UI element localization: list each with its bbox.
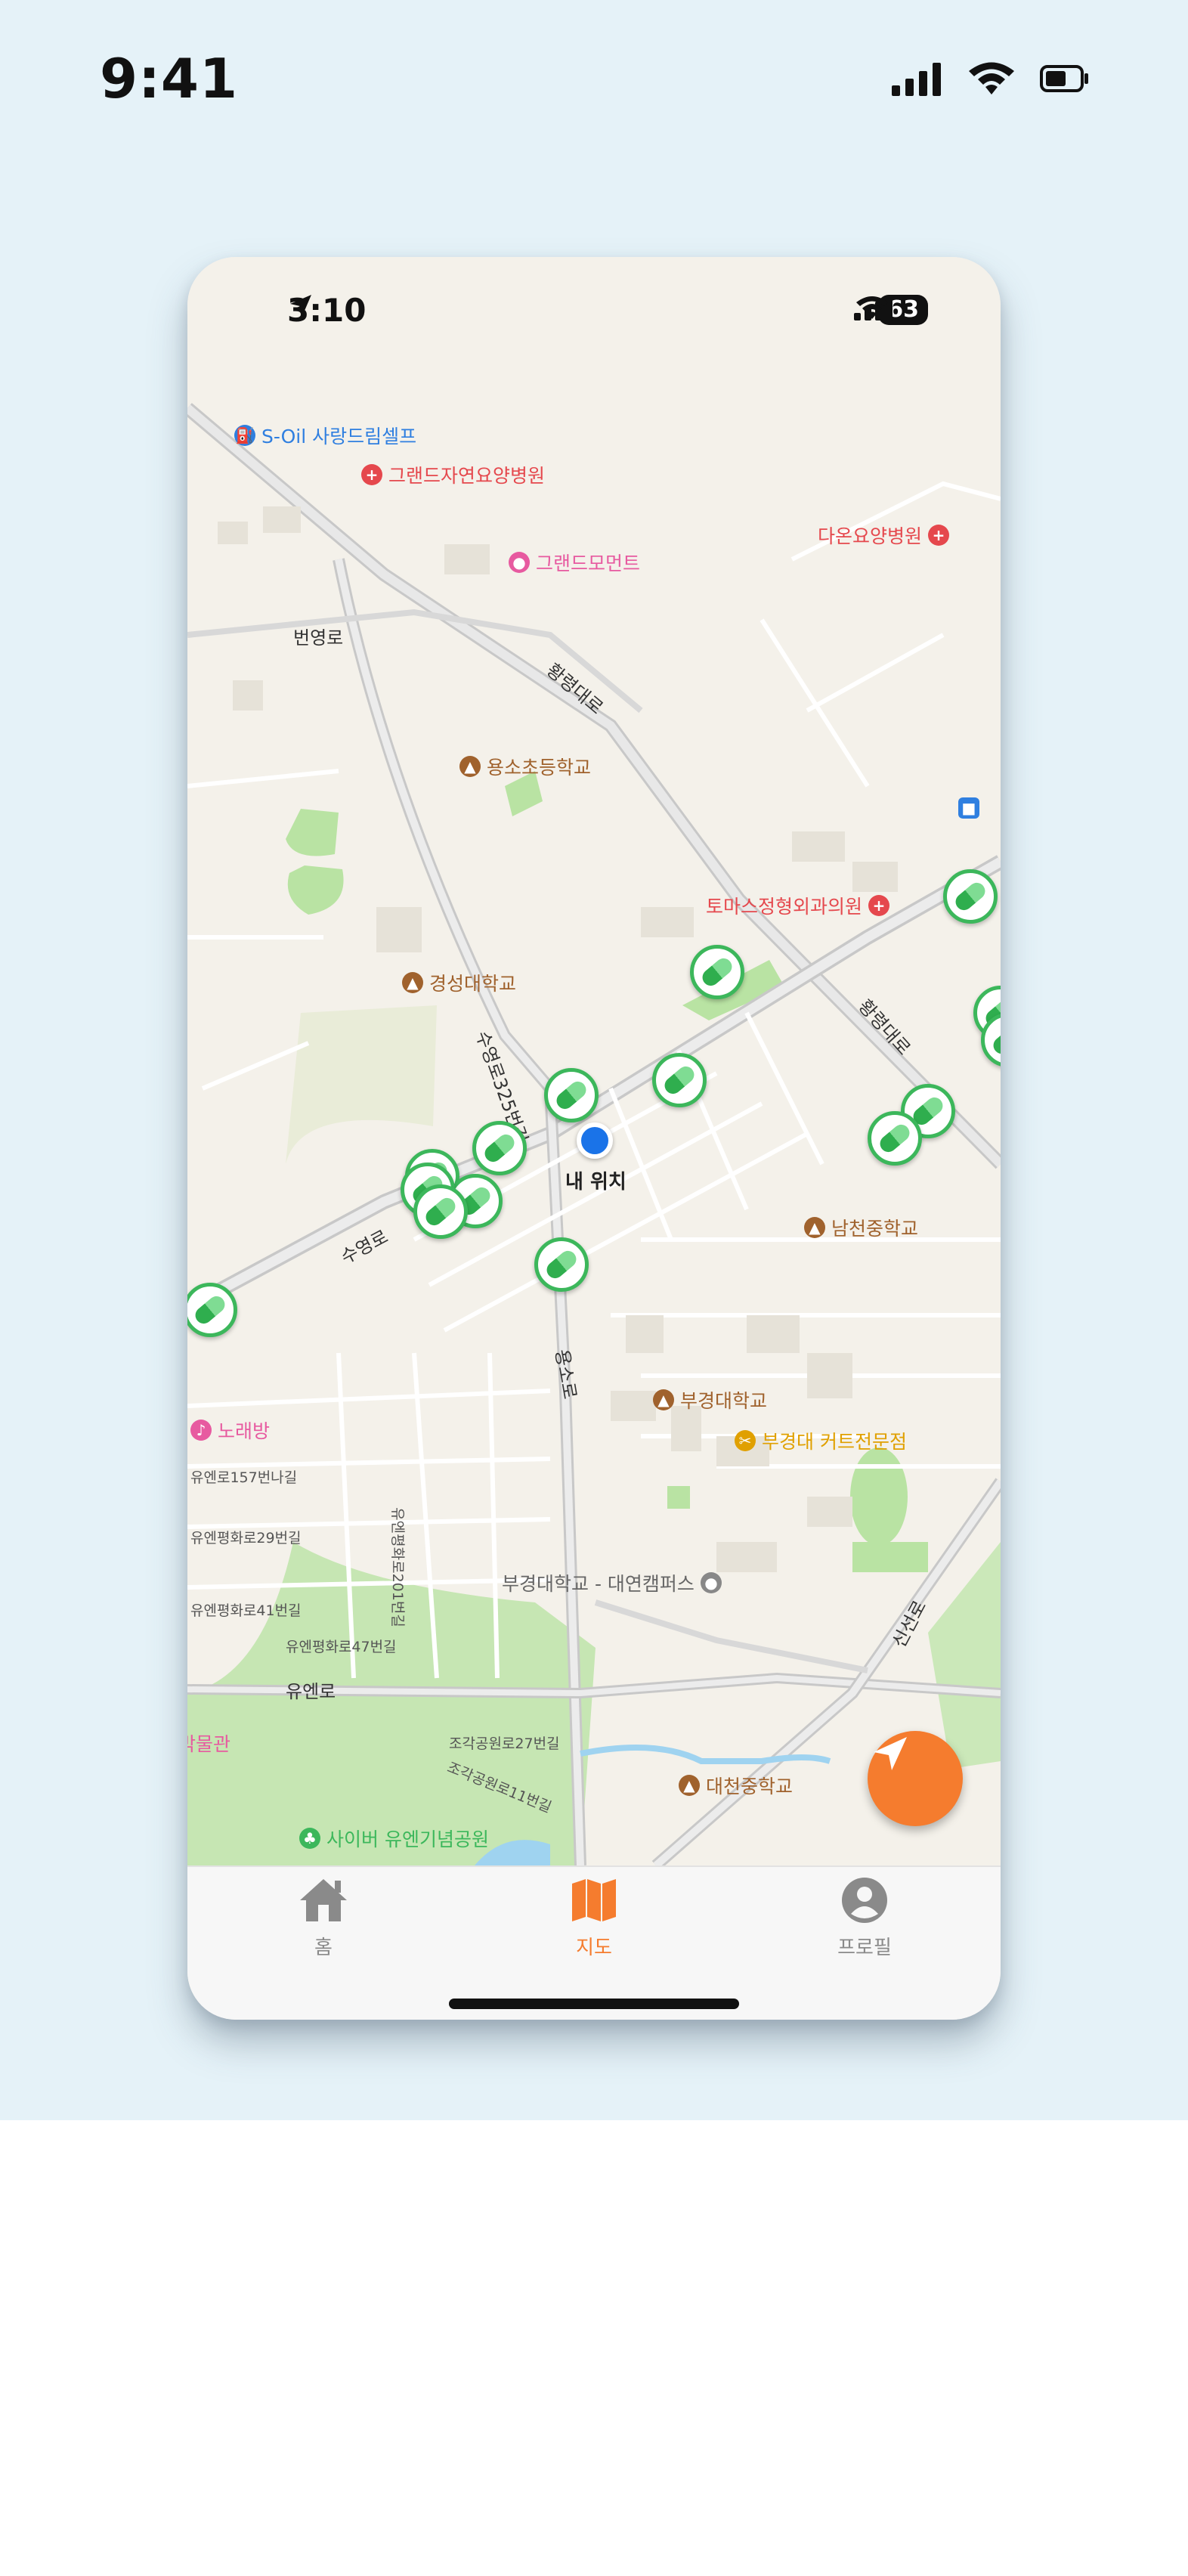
poi-label: 대천중학교: [706, 1776, 794, 1797]
poi-label: 박물관: [187, 1733, 231, 1755]
poi-pukyong-campus[interactable]: ● 부경대학교 - 대연캠퍼스: [502, 1569, 722, 1596]
pill-icon: [543, 1247, 580, 1282]
pharmacy-marker[interactable]: [544, 1068, 599, 1122]
tab-label: 지도: [576, 1937, 612, 1959]
poi-grand-moment[interactable]: ● 그랜드모먼트: [509, 549, 640, 576]
poi-label: 부경대학교: [680, 1390, 768, 1412]
road-label: 번영로: [293, 627, 344, 649]
poi-label: 용소초등학교: [487, 757, 592, 779]
poi-s-oil[interactable]: ⛽ S-Oil 사랑드림셀프: [234, 422, 416, 449]
poi-museum[interactable]: 박물관: [187, 1729, 230, 1757]
pill-icon: [553, 1078, 589, 1113]
poi-label: 노래방: [218, 1420, 271, 1442]
pharmacy-marker[interactable]: [943, 869, 998, 924]
poi-label: 그랜드자연요양병원: [388, 465, 546, 487]
pharmacy-marker[interactable]: [534, 1237, 589, 1292]
road-label: 조각공원로27번길: [449, 1735, 560, 1752]
place-icon: ●: [700, 1572, 722, 1593]
current-location-button[interactable]: [868, 1731, 963, 1826]
home-icon: [297, 1876, 350, 1927]
poi-namcheon-station[interactable]: ■: [958, 797, 979, 819]
pill-icon: [192, 1293, 228, 1327]
road-label: 유엔로: [286, 1681, 336, 1702]
scissors-icon: ✂: [735, 1430, 756, 1451]
map-icon: [569, 1876, 619, 1927]
pill-icon: [952, 879, 988, 914]
poi-label: 그랜드모먼트: [536, 553, 641, 574]
poi-namcheon-middle[interactable]: ▲ 남천중학교: [804, 1214, 918, 1241]
poi-label: 경성대학교: [429, 973, 517, 995]
tab-label: 홈: [314, 1937, 333, 1959]
road-label: 유엔평화로29번길: [190, 1530, 302, 1547]
school-icon: ▲: [459, 756, 481, 777]
pill-icon: [699, 955, 735, 989]
device-time: 9:41: [100, 47, 239, 110]
poi-yongso-school[interactable]: ▲ 용소초등학교: [459, 753, 591, 780]
my-location-dot[interactable]: [577, 1122, 613, 1159]
my-location-label: 내 위치: [565, 1171, 626, 1194]
home-indicator: [449, 1999, 739, 2009]
pill-icon: [481, 1131, 518, 1166]
bottom-tab-bar: 홈 지도 프로필: [187, 1865, 1001, 2020]
poi-un-memorial-park[interactable]: ♣ 사이버 유엔기념공원: [299, 1825, 489, 1852]
poi-cut-shop[interactable]: ✂ 부경대 커트전문점: [735, 1427, 907, 1454]
map-background: [187, 257, 1001, 1865]
pill-icon: [422, 1194, 459, 1229]
map-view[interactable]: 3:10 63 ⛽ S-Oil 사랑드림셀프 + 그랜드자연요양병원 ● 그랜드…: [187, 257, 1001, 1865]
poi-noraebang[interactable]: ♪ 노래방: [190, 1416, 270, 1444]
university-icon: ▲: [402, 972, 423, 993]
poi-pukyong-univ[interactable]: ▲ 부경대학교: [653, 1386, 767, 1413]
poi-label: 부경대학교 - 대연캠퍼스: [502, 1573, 695, 1595]
school-icon: ▲: [679, 1775, 700, 1796]
poi-kyungsung-univ[interactable]: ▲ 경성대학교: [402, 969, 516, 996]
university-icon: ▲: [653, 1389, 674, 1410]
tab-home[interactable]: 홈: [248, 1876, 399, 1960]
pharmacy-marker[interactable]: [652, 1053, 707, 1107]
pill-icon: [661, 1063, 698, 1098]
battery-icon: [1040, 63, 1090, 97]
poi-daecheon-middle[interactable]: ▲ 대천중학교: [679, 1772, 793, 1799]
profile-icon: [840, 1876, 889, 1927]
road-label: 유엔로157번나길: [190, 1469, 298, 1486]
fuel-icon: ⛽: [234, 425, 255, 446]
hospital-icon: +: [361, 464, 382, 485]
device-status-bar: 9:41: [0, 0, 1188, 166]
poi-label: 다온요양병원: [818, 525, 923, 547]
poi-label: 사이버 유엔기념공원: [326, 1828, 489, 1850]
mic-icon: ♪: [190, 1420, 212, 1441]
app-status-icons: 63: [854, 295, 928, 325]
road-label: 유엔평화로47번길: [286, 1639, 397, 1655]
poi-label: 부경대 커트전문점: [762, 1431, 907, 1453]
tab-label: 프로필: [837, 1937, 892, 1959]
road-label: 유엔평화로41번길: [190, 1602, 302, 1619]
pharmacy-marker[interactable]: [413, 1184, 468, 1239]
hospital-icon: +: [868, 895, 890, 916]
road-label: 유엔평화로201번길: [388, 1507, 406, 1627]
wifi-icon: [964, 60, 1019, 101]
hospital-icon: +: [928, 525, 950, 546]
poi-label: 남천중학교: [831, 1218, 919, 1240]
poi-daon-hospital[interactable]: + 다온요양병원: [818, 522, 950, 549]
poi-label: 토마스정형외과의원: [706, 896, 863, 918]
poi-grand-hospital[interactable]: + 그랜드자연요양병원: [361, 461, 545, 488]
subway-icon: ■: [958, 797, 979, 819]
pharmacy-marker[interactable]: [868, 1111, 922, 1166]
pill-icon: [877, 1121, 913, 1156]
cellular-signal-icon: [890, 60, 943, 101]
phone-frame: 3:10 63 ⛽ S-Oil 사랑드림셀프 + 그랜드자연요양병원 ● 그랜드…: [187, 257, 1001, 2020]
poi-label: S-Oil 사랑드림셀프: [261, 426, 417, 447]
school-icon: ▲: [804, 1217, 825, 1238]
tab-map[interactable]: 지도: [518, 1876, 670, 1960]
pharmacy-marker[interactable]: [690, 945, 744, 999]
park-icon: ♣: [299, 1828, 320, 1849]
place-icon: ●: [509, 552, 530, 573]
tab-profile[interactable]: 프로필: [789, 1876, 940, 1960]
app-status-time: 3:10: [287, 292, 373, 329]
poi-thomas-clinic[interactable]: + 토마스정형외과의원: [706, 892, 890, 919]
pill-icon: [990, 1023, 1001, 1057]
pharmacy-marker[interactable]: [472, 1121, 527, 1175]
